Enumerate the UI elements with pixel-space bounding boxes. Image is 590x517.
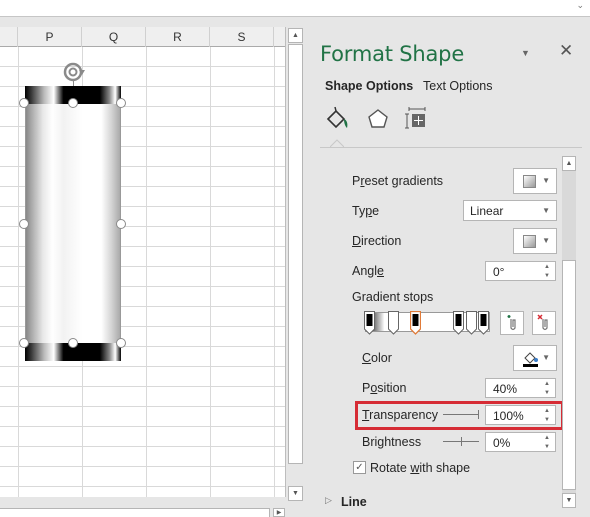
position-spinner[interactable]: 40% ▲ ▼ <box>485 378 556 398</box>
sheet-horizontal-scrollbar[interactable] <box>0 508 270 517</box>
scroll-right-button[interactable]: ▶ <box>273 508 285 517</box>
remove-gradient-stop-button[interactable] <box>532 311 556 335</box>
column-headers: P Q R S <box>0 27 285 47</box>
direction-dropdown[interactable]: ▼ <box>513 228 557 254</box>
gradient-stops-label: Gradient stops <box>352 290 434 304</box>
rotate-handle-icon[interactable] <box>62 60 86 84</box>
column-header-p[interactable]: P <box>18 27 82 47</box>
resize-handle-bottom-right[interactable] <box>116 338 126 348</box>
shape-body <box>25 104 121 343</box>
transparency-slider[interactable] <box>443 414 479 415</box>
type-label: Type <box>352 204 380 218</box>
spin-down-icon[interactable]: ▼ <box>544 444 550 450</box>
brightness-slider-thumb[interactable] <box>461 437 462 446</box>
color-label: Color <box>362 351 392 365</box>
column-header-r[interactable]: R <box>146 27 210 47</box>
resize-handle-top[interactable] <box>68 98 78 108</box>
pane-scrollbar[interactable]: ▲ ▼ <box>562 156 576 508</box>
expand-triangle-icon[interactable]: ▷ <box>325 495 332 506</box>
transparency-label: Transparency <box>362 408 438 422</box>
preset-gradients-dropdown[interactable]: ▼ <box>513 168 557 194</box>
pane-scroll-thumb[interactable] <box>562 260 576 490</box>
chevron-down-icon: ▼ <box>542 176 550 185</box>
gradient-stop-3-selected[interactable] <box>410 311 421 335</box>
expand-formula-bar-icon[interactable]: ⌄ <box>576 0 584 11</box>
chevron-down-icon: ▼ <box>542 353 550 362</box>
angle-label: Angle <box>352 264 384 278</box>
cylinder-shape[interactable] <box>25 86 121 361</box>
pane-divider <box>320 147 582 148</box>
brightness-spinner[interactable]: 0% ▲ ▼ <box>485 432 556 452</box>
gradient-stop-1[interactable] <box>364 311 375 335</box>
column-header-s[interactable]: S <box>210 27 274 47</box>
color-picker-dropdown[interactable]: ▼ <box>513 345 557 371</box>
rotate-with-shape-label: Rotate with shape <box>370 461 471 475</box>
resize-handle-top-left[interactable] <box>19 98 29 108</box>
spin-down-icon[interactable]: ▼ <box>544 273 550 279</box>
preset-gradients-label: Preset gradients <box>352 174 444 188</box>
chevron-down-icon: ▼ <box>542 206 550 215</box>
gradient-swatch-icon <box>523 175 536 188</box>
add-stop-icon <box>507 315 516 331</box>
column-header-partial[interactable] <box>0 27 18 47</box>
gradient-stop-2[interactable] <box>388 311 399 335</box>
fill-line-icon[interactable] <box>325 106 351 132</box>
gradient-stop-5[interactable] <box>466 311 477 335</box>
direction-swatch-icon <box>523 235 536 248</box>
resize-handle-bottom[interactable] <box>68 338 78 348</box>
spin-down-icon[interactable]: ▼ <box>544 417 550 423</box>
paint-bucket-icon <box>523 352 538 367</box>
column-header-q[interactable]: Q <box>82 27 146 47</box>
resize-handle-left[interactable] <box>19 219 29 229</box>
scroll-thumb[interactable] <box>288 44 303 464</box>
type-dropdown[interactable]: Linear ▼ <box>463 200 557 221</box>
line-section-header[interactable]: Line <box>341 495 367 509</box>
pane-options-dropdown-icon[interactable]: ▼ <box>521 48 530 58</box>
effects-pentagon-icon[interactable] <box>365 106 391 132</box>
pane-scroll-down-button[interactable]: ▼ <box>562 493 576 508</box>
size-properties-icon[interactable] <box>405 106 431 132</box>
resize-handle-top-right[interactable] <box>116 98 126 108</box>
gradient-stop-6[interactable] <box>478 311 489 335</box>
transparency-spinner[interactable]: 100% ▲ ▼ <box>485 405 556 425</box>
spin-up-icon[interactable]: ▲ <box>544 435 550 441</box>
transparency-slider-thumb[interactable] <box>478 410 479 419</box>
position-label: Position <box>362 381 407 395</box>
resize-handle-bottom-left[interactable] <box>19 338 29 348</box>
pane-scroll-up-button[interactable]: ▲ <box>562 156 576 171</box>
scroll-up-button[interactable]: ▲ <box>288 28 303 43</box>
spin-up-icon[interactable]: ▲ <box>544 408 550 414</box>
spin-up-icon[interactable]: ▲ <box>544 264 550 270</box>
sheet-vertical-scrollbar[interactable]: ▲ ▼ <box>287 27 303 501</box>
formula-bar[interactable]: ⌄ <box>0 0 590 17</box>
spin-up-icon[interactable]: ▲ <box>544 381 550 387</box>
brightness-label: Brightness <box>362 435 422 449</box>
pane-title: Format Shape <box>320 42 465 66</box>
add-gradient-stop-button[interactable] <box>500 311 524 335</box>
spin-down-icon[interactable]: ▼ <box>544 390 550 396</box>
gradient-stop-4[interactable] <box>453 311 464 335</box>
angle-spinner[interactable]: 0° ▲ ▼ <box>485 261 556 281</box>
remove-stop-icon <box>537 314 548 331</box>
scroll-down-button[interactable]: ▼ <box>288 486 303 501</box>
tab-shape-options[interactable]: Shape Options <box>325 79 413 93</box>
direction-label: Direction <box>352 234 402 248</box>
close-icon[interactable]: ✕ <box>559 41 573 61</box>
chevron-down-icon: ▼ <box>542 236 550 245</box>
rotate-with-shape-checkbox[interactable]: ✓ <box>353 461 366 474</box>
tab-text-options[interactable]: Text Options <box>423 79 492 93</box>
resize-handle-right[interactable] <box>116 219 126 229</box>
